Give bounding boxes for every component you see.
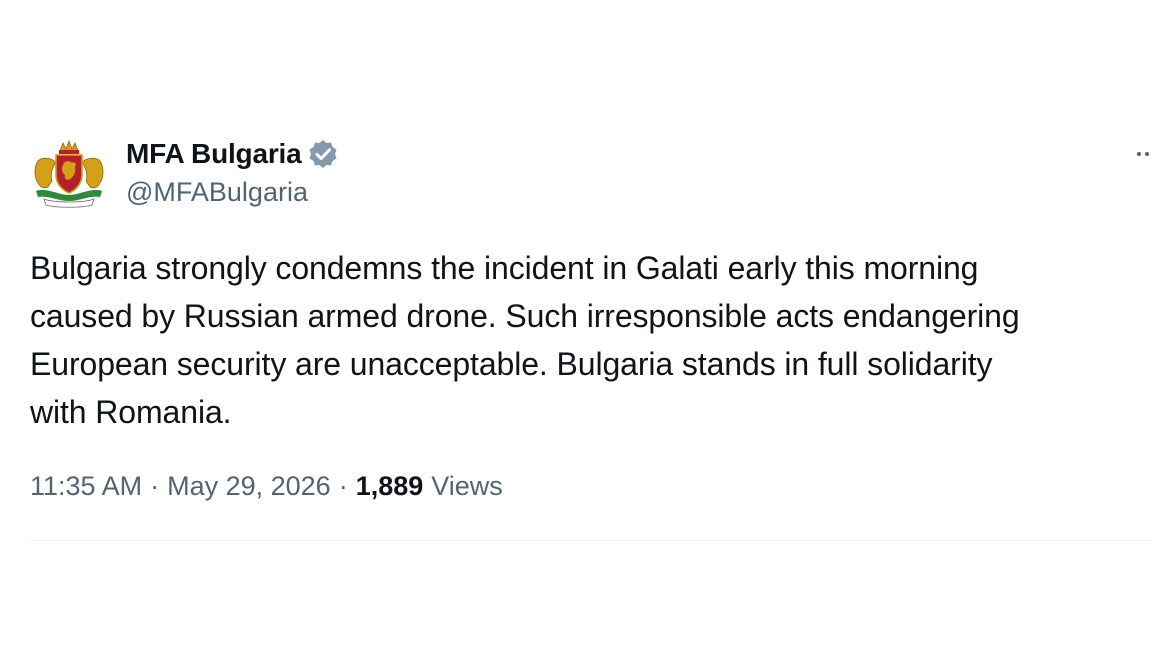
- meta-separator: ·: [150, 471, 160, 501]
- tweet-text-line: Bulgaria strongly condemns the incident …: [30, 250, 979, 286]
- views-label: Views: [431, 471, 503, 501]
- verified-badge-icon[interactable]: [307, 138, 339, 170]
- more-horizontal-icon: [1137, 152, 1141, 156]
- author-display-name[interactable]: MFA Bulgaria: [126, 138, 302, 170]
- coat-of-arms-icon: [34, 139, 104, 208]
- author-name-row: MFA Bulgaria: [126, 137, 339, 171]
- tweet-meta: 11:35 AM · May 29, 2026 · 1,889 Views: [30, 471, 503, 502]
- tweet-text-line: with Romania.: [30, 394, 232, 430]
- tweet-date[interactable]: May 29, 2026: [167, 471, 331, 502]
- tweet-container: MFA Bulgaria @MFABulgaria Bulgaria stron…: [0, 0, 1152, 648]
- tweet-timestamp[interactable]: 11:35 AM: [30, 471, 142, 502]
- tweet-text-line: caused by Russian armed drone. Such irre…: [30, 298, 1020, 334]
- meta-separator: ·: [338, 471, 348, 501]
- avatar[interactable]: [30, 137, 108, 209]
- views-count[interactable]: 1,889: [356, 471, 424, 502]
- more-horizontal-icon-dot: [1145, 152, 1149, 156]
- tweet-text-line: European security are unacceptable. Bulg…: [30, 346, 993, 382]
- author-handle[interactable]: @MFABulgaria: [126, 177, 308, 208]
- tweet-text: Bulgaria strongly condemns the incident …: [30, 244, 1145, 436]
- divider: [30, 540, 1152, 541]
- more-options-button[interactable]: [1134, 141, 1152, 167]
